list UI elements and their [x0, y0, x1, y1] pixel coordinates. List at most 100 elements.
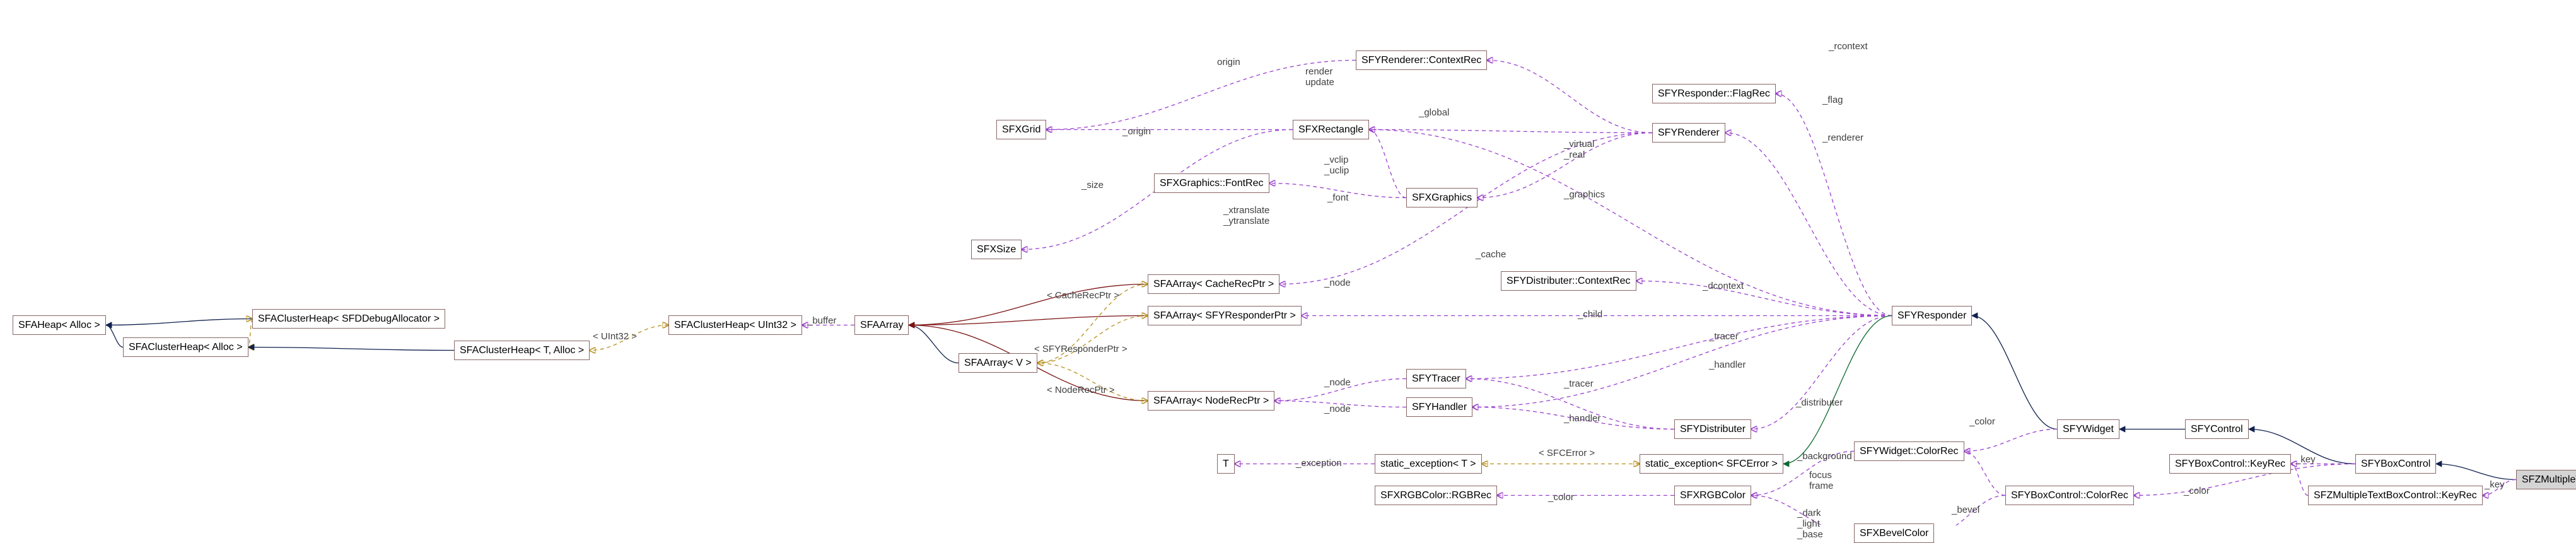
- edge-n11-n05: [909, 316, 1148, 325]
- edge-n29-n21: [1636, 281, 1892, 316]
- edge-label: _size: [1081, 180, 1104, 190]
- node-n33[interactable]: SFYControl: [2185, 419, 2249, 439]
- node-n18[interactable]: SFXGraphics: [1406, 188, 1477, 207]
- edge-n29-n23: [1725, 133, 1892, 316]
- edge-n02-n00: [106, 319, 252, 325]
- node-n04[interactable]: SFAClusterHeap< UInt32 >: [668, 315, 802, 335]
- node-n15[interactable]: static_exception< T >: [1375, 454, 1482, 474]
- edge-label: < SFCError >: [1539, 448, 1595, 458]
- edge-n30-n28: [1934, 496, 2005, 526]
- edge-n17-n06: [1046, 61, 1356, 130]
- edge-label: _virtual_real: [1564, 139, 1594, 160]
- node-n17[interactable]: SFYRenderer::ContextRec: [1356, 50, 1487, 70]
- node-n08[interactable]: SFAArray< V >: [959, 353, 1037, 373]
- edge-label: origin: [1217, 57, 1240, 67]
- node-n03[interactable]: SFAClusterHeap< T, Alloc >: [454, 341, 590, 360]
- edge-n31-n29: [1972, 316, 2057, 429]
- edge-n23-n18: [1477, 133, 1652, 198]
- node-n28[interactable]: SFXBevelColor: [1854, 523, 1934, 543]
- edge-label: _color: [1969, 416, 1995, 427]
- edge-label: _font: [1327, 192, 1348, 203]
- edge-label: _dark_light_base: [1797, 508, 1823, 540]
- edge-label: _buffer: [807, 315, 836, 326]
- node-n22[interactable]: SFYResponder::FlagRec: [1652, 84, 1776, 103]
- node-n32[interactable]: SFYBoxControl::KeyRec: [2169, 454, 2291, 474]
- node-n05[interactable]: SFAArray: [854, 315, 909, 335]
- edge-label: _node: [1324, 377, 1351, 388]
- node-n16[interactable]: SFXRGBColor::RGBRec: [1375, 486, 1497, 505]
- node-n34[interactable]: SFZMultipleTextBoxControl::KeyRec: [2308, 486, 2483, 505]
- edge-n19-n12: [1274, 379, 1406, 401]
- edge-n36-n34: [2483, 480, 2516, 496]
- node-n14[interactable]: SFXRectangle: [1293, 120, 1369, 139]
- node-n10[interactable]: SFAArray< CacheRecPtr >: [1148, 274, 1279, 294]
- node-n02[interactable]: SFAClusterHeap< SFDDebugAllocator >: [252, 309, 445, 329]
- edge-label: _cache: [1476, 249, 1506, 260]
- edge-label: _color: [1548, 492, 1574, 503]
- node-n07[interactable]: SFXSize: [971, 240, 1022, 259]
- edge-n23-n14: [1369, 130, 1652, 133]
- edge-n28-n26: [1751, 496, 1854, 526]
- node-n24[interactable]: SFYDistributer: [1674, 419, 1751, 439]
- edge-n18-n14: [1369, 130, 1406, 198]
- edge-label: < UInt32 >: [593, 331, 637, 342]
- edge-label: _flag: [1822, 95, 1843, 105]
- edge-n29-n20: [1472, 316, 1892, 407]
- edge-label: _handler: [1564, 413, 1600, 424]
- edge-n29-n22: [1776, 94, 1892, 316]
- edge-label: _distributer: [1796, 397, 1843, 408]
- edge-label: _rcontext: [1829, 41, 1868, 52]
- edge-n10-n05: [909, 284, 1148, 325]
- edge-label: _key: [2485, 479, 2505, 490]
- edge-label: _vclip_uclip: [1324, 155, 1349, 176]
- edge-label: _global: [1419, 107, 1449, 118]
- edge-label: _renderer: [1822, 132, 1863, 143]
- edge-label: _dcontext: [1703, 281, 1744, 291]
- edge-n29-n24: [1751, 316, 1892, 429]
- edge-label: focusframe: [1809, 470, 1833, 491]
- edge-n12-n08: [1037, 363, 1148, 401]
- node-n12[interactable]: SFAArray< NodeRecPtr >: [1148, 391, 1274, 411]
- node-n35[interactable]: SFYBoxControl: [2355, 454, 2436, 474]
- node-n13[interactable]: T: [1217, 454, 1235, 474]
- edge-label: _graphics: [1564, 189, 1605, 200]
- edge-n18-n09: [1269, 184, 1406, 198]
- edge-label: _tracer: [1564, 378, 1594, 389]
- node-n29[interactable]: SFYResponder: [1892, 306, 1972, 325]
- edge-label: _exception: [1296, 458, 1342, 469]
- edge-n29-n19: [1466, 316, 1892, 379]
- node-n19[interactable]: SFYTracer: [1406, 369, 1466, 388]
- node-n01[interactable]: SFAClusterHeap< Alloc >: [123, 337, 248, 357]
- edge-n10-n08: [1037, 284, 1148, 363]
- node-n31[interactable]: SFYWidget: [2057, 419, 2119, 439]
- edge-label: _key: [2295, 454, 2316, 465]
- node-n20[interactable]: SFYHandler: [1406, 397, 1472, 417]
- edge-n24-n20: [1472, 407, 1674, 429]
- edge-label: _tracer: [1709, 331, 1739, 342]
- edge-n36-n35: [2436, 464, 2516, 480]
- edge-n20-n12: [1274, 401, 1406, 407]
- node-n30[interactable]: SFYBoxControl::ColorRec: [2005, 486, 2134, 505]
- node-n09[interactable]: SFXGraphics::FontRec: [1154, 173, 1269, 193]
- edge-label: < SFYResponderPtr >: [1034, 344, 1128, 354]
- node-n26[interactable]: SFXRGBColor: [1674, 486, 1751, 505]
- edge-n08-n05: [909, 325, 959, 363]
- edge-n24-n19: [1466, 379, 1674, 429]
- node-n27[interactable]: SFYWidget::ColorRec: [1854, 441, 1964, 461]
- node-n00[interactable]: SFAHeap< Alloc >: [13, 315, 106, 335]
- node-n23[interactable]: SFYRenderer: [1652, 123, 1725, 143]
- edge-n34-n32: [2291, 464, 2308, 496]
- edge-label: _origin: [1122, 126, 1151, 137]
- edge-n23-n17: [1487, 61, 1652, 133]
- node-n36[interactable]: SFZMultipleTextBoxControl: [2516, 470, 2576, 489]
- node-n21[interactable]: SFYDistributer::ContextRec: [1501, 271, 1636, 291]
- node-n06[interactable]: SFXGrid: [996, 120, 1046, 139]
- node-n25[interactable]: static_exception< SFCError >: [1640, 454, 1783, 474]
- node-n11[interactable]: SFAArray< SFYResponderPtr >: [1148, 306, 1302, 325]
- edge-n31-n27: [1964, 429, 2057, 452]
- edge-label: < NodeRecPtr >: [1047, 385, 1115, 395]
- edge-label: < CacheRecPtr >: [1047, 290, 1119, 301]
- edge-label: _child: [1578, 309, 1602, 320]
- edge-n01-n00: [106, 325, 123, 347]
- edge-n30-n27: [1964, 452, 2005, 496]
